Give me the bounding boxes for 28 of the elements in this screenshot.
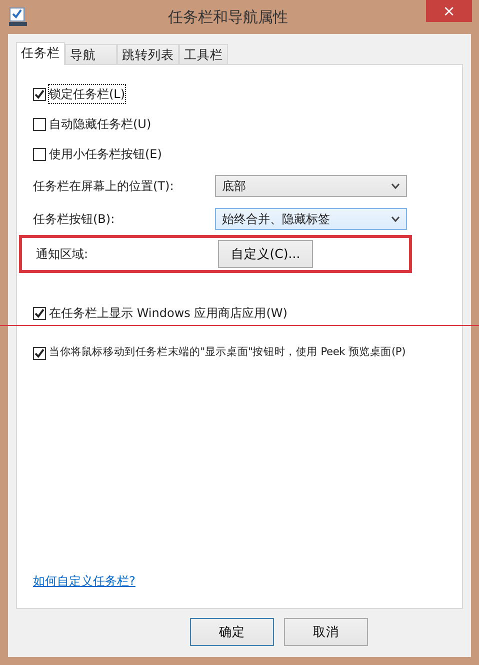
dropdown[interactable]: 底部 [215, 174, 407, 196]
window-title: 任务栏和导航属性 [167, 6, 289, 28]
app-icon [8, 7, 28, 27]
tab[interactable]: 跳转列表 [117, 44, 179, 64]
tab[interactable]: 工具栏 [179, 44, 228, 64]
tab[interactable]: 任务栏 [16, 42, 65, 65]
checkbox-label: 锁定任务栏(L) [49, 85, 126, 103]
close-button[interactable]: × [426, 0, 472, 22]
checkbox-label: 在任务栏上显示 Windows 应用商店应用(W) [49, 305, 288, 322]
checkbox-label: 自动隐藏任务栏(U) [49, 116, 152, 133]
help-link[interactable]: 如何自定义任务栏? [33, 572, 136, 590]
checkbox-label: 使用小任务栏按钮(E) [49, 146, 162, 163]
setting-label: 任务栏在屏幕上的位置(T): [33, 178, 175, 194]
checkbox[interactable] [33, 148, 46, 160]
customize-button[interactable]: 自定义(C)... [218, 240, 313, 268]
tab[interactable]: 导航 [65, 44, 117, 64]
checkbox[interactable] [33, 118, 46, 130]
checkbox[interactable] [33, 306, 46, 320]
chevron-icon [391, 216, 400, 222]
dialog-button[interactable]: 确定 [190, 618, 274, 646]
dialog-button[interactable]: 取消 [284, 618, 368, 646]
setting-label: 通知区域: [36, 246, 90, 263]
checkbox[interactable] [33, 88, 46, 100]
setting-label: 任务栏按钮(B): [33, 210, 116, 228]
checkbox-label: 当你将鼠标移动到任务栏末端的"显示桌面"按钮时，使用 Peek 预览桌面(P) [49, 345, 406, 360]
dropdown[interactable]: 始终合并、隐藏标签 [215, 208, 407, 230]
chevron-icon [391, 182, 400, 188]
checkbox[interactable] [33, 346, 46, 360]
